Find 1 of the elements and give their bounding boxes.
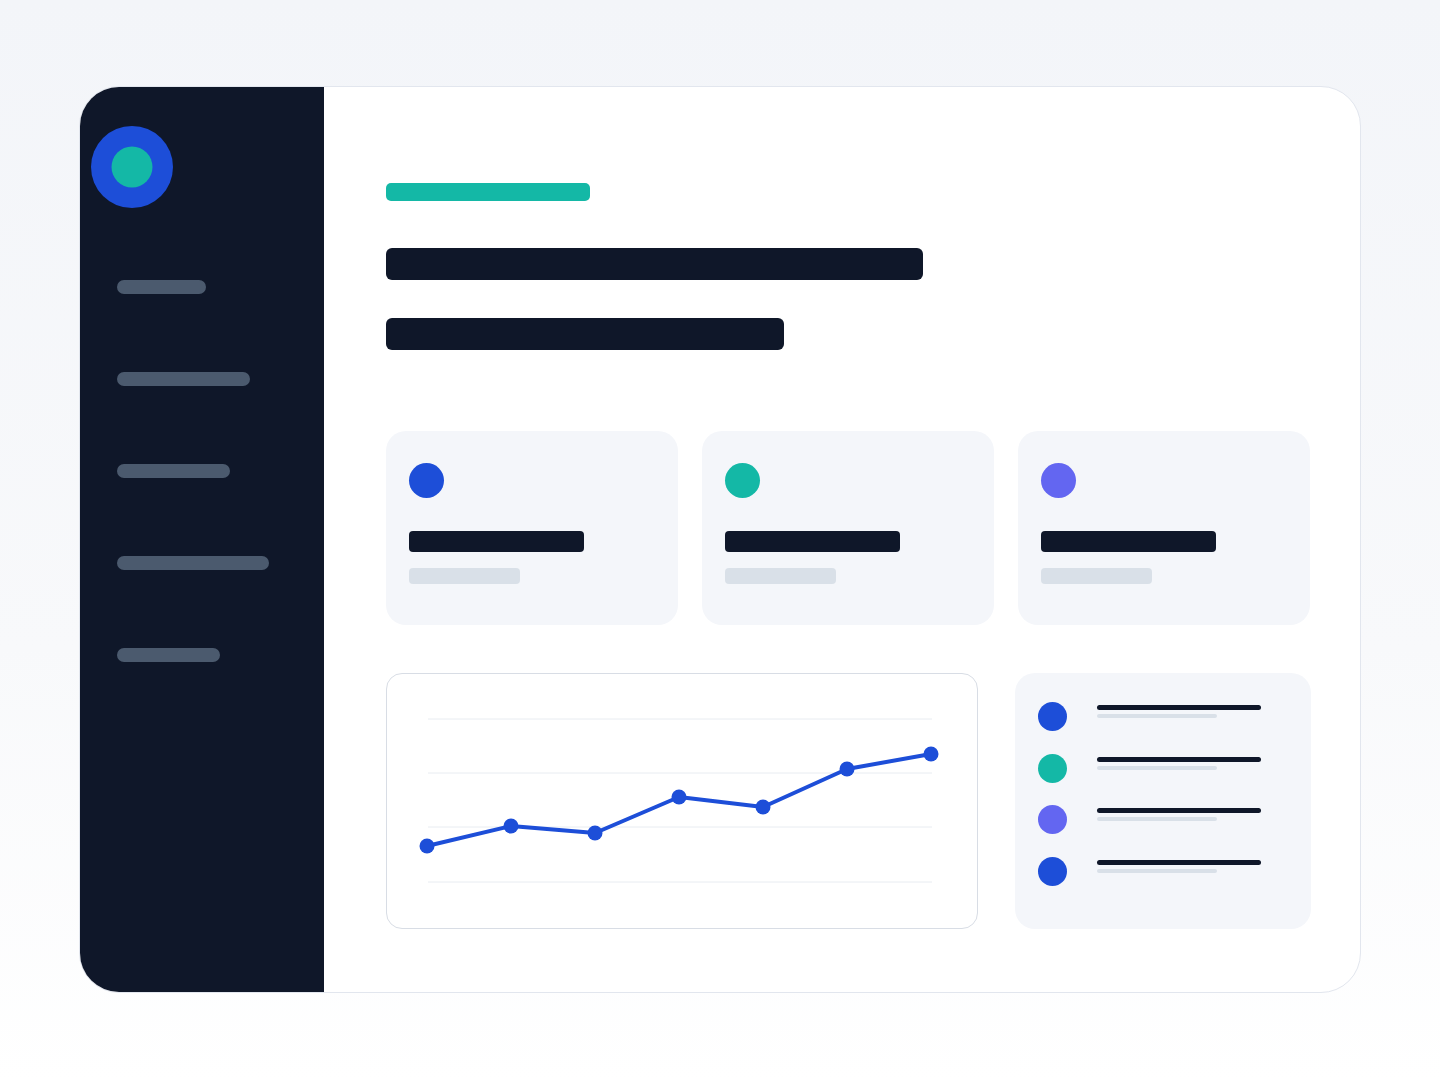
logo-icon: [91, 126, 173, 208]
